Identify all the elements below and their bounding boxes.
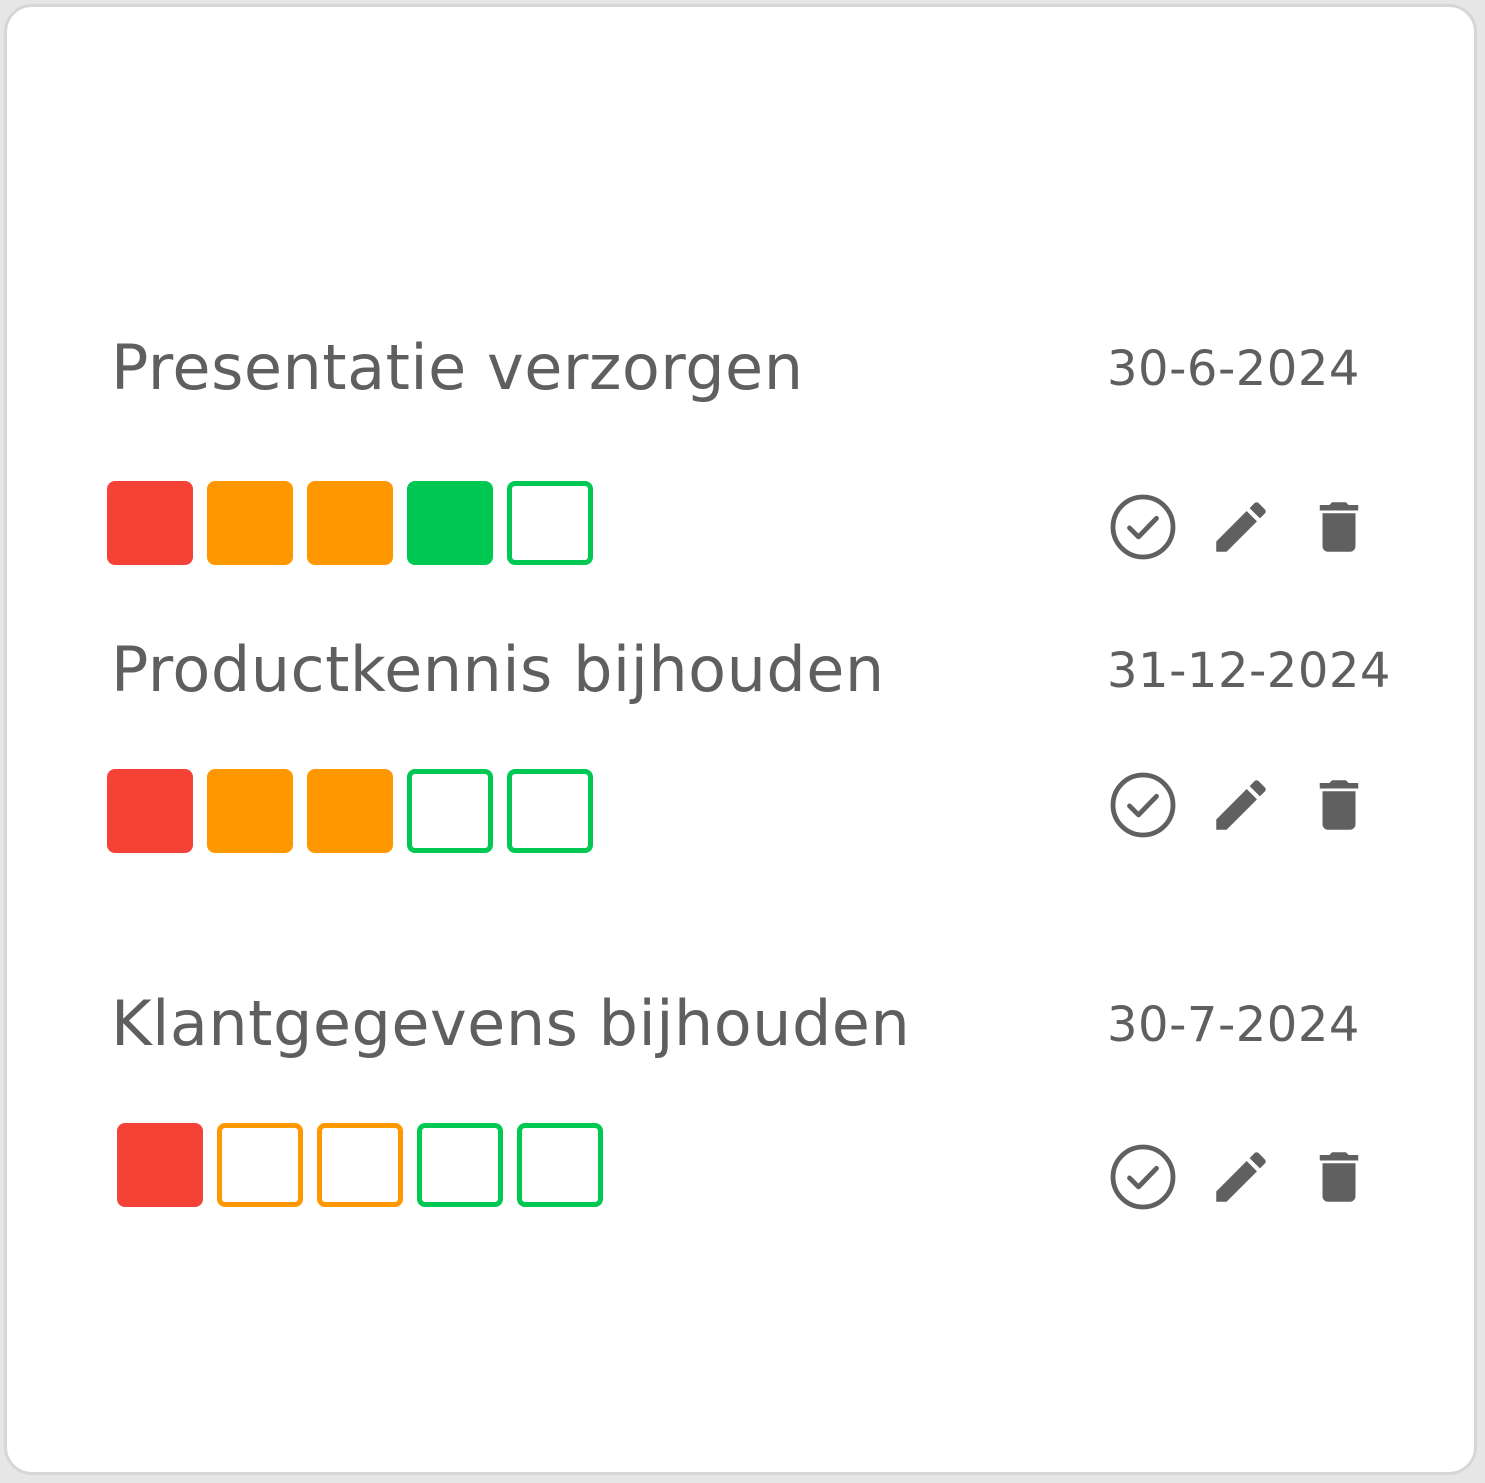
- progress-step-empty[interactable]: [217, 1123, 303, 1207]
- edit-button[interactable]: [1199, 485, 1283, 569]
- progress-step-empty[interactable]: [317, 1123, 403, 1207]
- progress-step-filled[interactable]: [107, 481, 193, 565]
- delete-button[interactable]: [1297, 1135, 1381, 1219]
- priority-indicator[interactable]: [117, 1123, 603, 1207]
- check-circle-icon: [1110, 494, 1176, 560]
- task-due-date: 30-7-2024: [1107, 997, 1360, 1053]
- task-actions: [1101, 1135, 1381, 1219]
- priority-indicator[interactable]: [107, 481, 593, 565]
- task-title: Klantgegevens bijhouden: [111, 987, 911, 1060]
- delete-button[interactable]: [1297, 763, 1381, 847]
- progress-step-filled[interactable]: [207, 769, 293, 853]
- task-actions: [1101, 763, 1381, 847]
- complete-button[interactable]: [1101, 485, 1185, 569]
- pencil-icon: [1216, 1152, 1266, 1202]
- task-due-date: 30-6-2024: [1107, 341, 1360, 397]
- progress-step-filled[interactable]: [107, 769, 193, 853]
- progress-step-empty[interactable]: [407, 769, 493, 853]
- delete-button[interactable]: [1297, 485, 1381, 569]
- trash-icon: [1319, 502, 1359, 552]
- progress-step-empty[interactable]: [507, 769, 593, 853]
- progress-step-filled[interactable]: [207, 481, 293, 565]
- pencil-icon: [1216, 780, 1266, 830]
- edit-button[interactable]: [1199, 763, 1283, 847]
- pencil-icon: [1216, 502, 1266, 552]
- edit-button[interactable]: [1199, 1135, 1283, 1219]
- trash-icon: [1319, 1152, 1359, 1202]
- priority-indicator[interactable]: [107, 769, 593, 853]
- complete-button[interactable]: [1101, 1135, 1185, 1219]
- check-circle-icon: [1110, 1144, 1176, 1210]
- progress-step-empty[interactable]: [517, 1123, 603, 1207]
- task-list-card: Presentatie verzorgen 30-6-2024 Productk…: [4, 4, 1477, 1475]
- progress-step-filled[interactable]: [307, 481, 393, 565]
- progress-step-filled[interactable]: [407, 481, 493, 565]
- progress-step-empty[interactable]: [507, 481, 593, 565]
- check-circle-icon: [1110, 772, 1176, 838]
- task-actions: [1101, 485, 1381, 569]
- trash-icon: [1319, 780, 1359, 830]
- progress-step-empty[interactable]: [417, 1123, 503, 1207]
- progress-step-filled[interactable]: [117, 1123, 203, 1207]
- task-title: Productkennis bijhouden: [111, 633, 885, 706]
- task-due-date: 31-12-2024: [1107, 643, 1391, 699]
- progress-step-filled[interactable]: [307, 769, 393, 853]
- complete-button[interactable]: [1101, 763, 1185, 847]
- task-title: Presentatie verzorgen: [111, 331, 804, 404]
